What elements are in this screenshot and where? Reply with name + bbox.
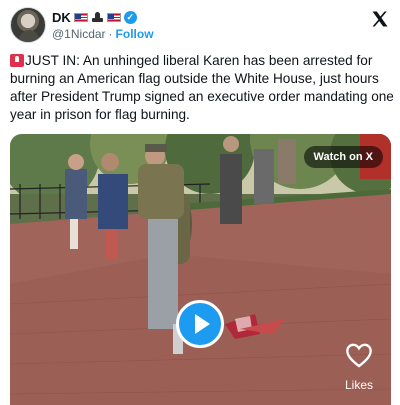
avatar[interactable] bbox=[10, 7, 46, 43]
tweet-body: JUST IN: An unhinged liberal Karen has b… bbox=[10, 52, 394, 124]
video-player[interactable]: Watch on X Likes bbox=[10, 134, 391, 405]
name-row: DK ✓ bbox=[52, 9, 137, 25]
user-handle[interactable]: @1Nicdar bbox=[52, 27, 106, 41]
play-button[interactable] bbox=[176, 300, 224, 348]
watch-on-x-button[interactable]: Watch on X bbox=[303, 146, 383, 168]
likes-button[interactable]: Likes bbox=[339, 342, 379, 392]
tweet-text: JUST IN: An unhinged liberal Karen has b… bbox=[10, 53, 394, 122]
x-logo-icon[interactable] bbox=[370, 9, 390, 29]
tweet-header: DK ✓ @1Nicdar · Follow bbox=[0, 0, 400, 50]
siren-icon bbox=[10, 54, 24, 67]
handle-row: @1Nicdar · Follow bbox=[52, 27, 154, 41]
video-frame bbox=[10, 134, 391, 405]
separator: · bbox=[108, 27, 113, 41]
us-flag-icon bbox=[106, 12, 121, 22]
us-flag-icon bbox=[73, 12, 88, 22]
heart-icon bbox=[346, 343, 372, 368]
likes-label: Likes bbox=[344, 378, 373, 392]
verified-badge-icon: ✓ bbox=[123, 10, 137, 24]
play-icon bbox=[194, 314, 210, 334]
follow-button[interactable]: Follow bbox=[116, 27, 154, 41]
display-name[interactable]: DK bbox=[52, 10, 71, 25]
military-icon bbox=[91, 12, 104, 22]
